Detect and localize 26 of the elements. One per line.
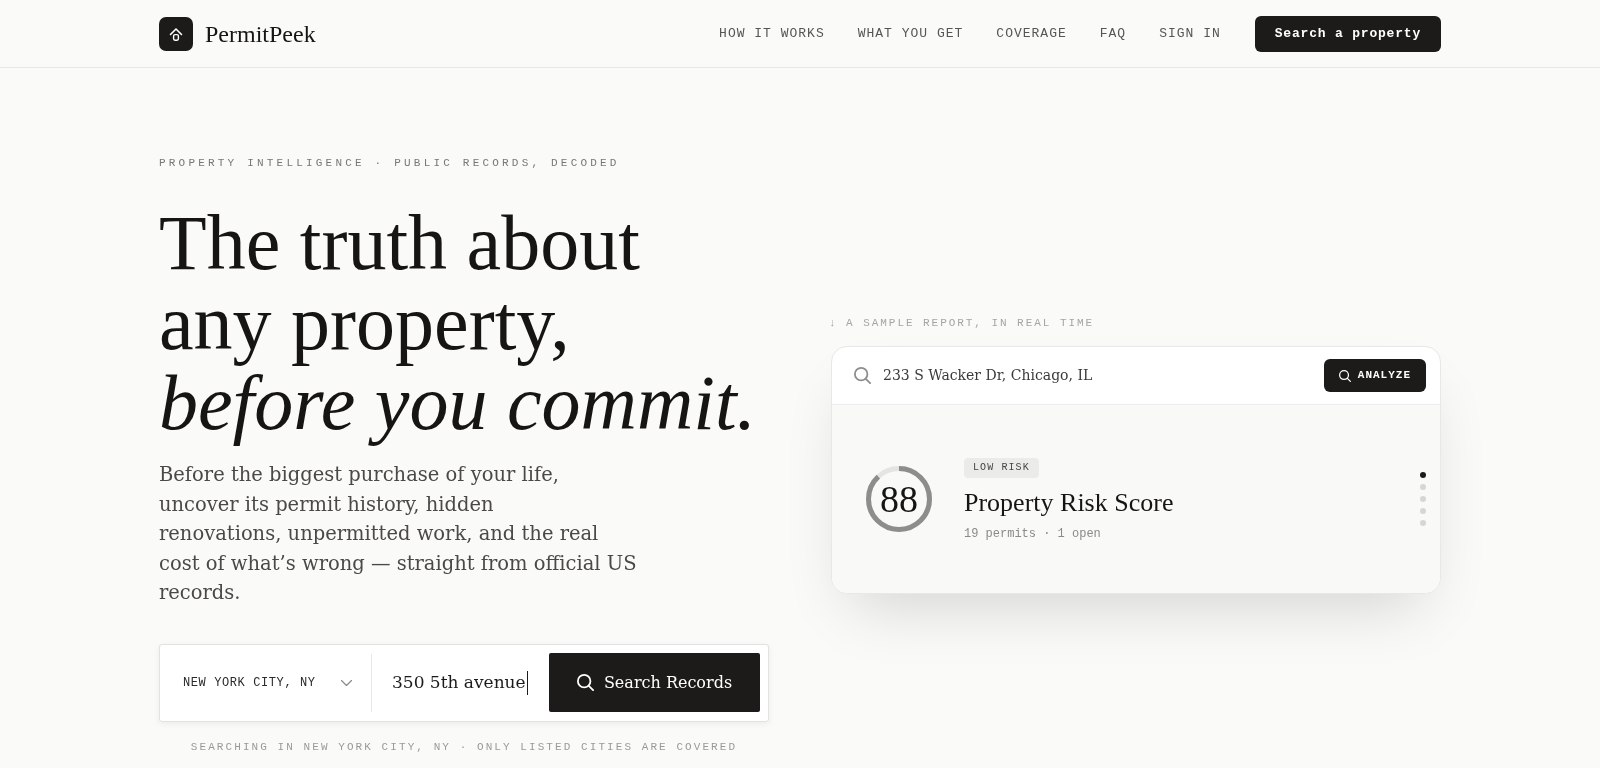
nav-link[interactable]: COVERAGE [996,25,1067,42]
chevron-down-icon [341,679,352,686]
house-icon [159,16,193,51]
search-note: SEARCHING IN NEW YORK CITY, NY · ONLY LISTED CITIES ARE COVERED [190,739,738,754]
nav-link[interactable]: SIGN IN [1159,25,1221,42]
analyze-button[interactable]: ANALYZE [1323,359,1426,392]
hero-description: Before the biggest purchase of your life, uncover its permit history, hidden renovations, unpermitted work, and the real cost of what’s wrong — straight from official US records. [159,462,637,607]
city-dropdown[interactable]: NEW YORK CITY, NY [160,644,371,721]
address-field[interactable]: 233 S Wacker Dr, Chicago, IL [854,347,1324,404]
risk-badge: LOW RISK [964,457,1039,478]
address-input[interactable]: 350 5th avenue [372,644,549,721]
search-icon [1338,369,1351,382]
report-details: 19 permits · 1 open [964,526,1101,541]
sample-caption: ↓ A SAMPLE REPORT, IN REAL TIME [829,316,1095,330]
eyebrow-text: PROPERTY INTELLIGENCE · PUBLIC RECORDS, DECODED [159,156,620,170]
score-ring [866,466,932,532]
search-records-button[interactable]: Search Records [549,653,760,713]
brand-name[interactable]: PermitPeek [205,18,316,49]
search-property-button[interactable]: Search a property [1254,15,1441,52]
report-title: Property Risk Score [964,487,1174,518]
nav-link[interactable]: FAQ [1099,25,1127,42]
score-value: 88 [880,480,918,518]
search-icon [576,674,594,692]
nav-link[interactable]: HOW IT WORKS [719,25,825,42]
search-icon [854,367,871,384]
nav-link[interactable]: WHAT YOU GET [857,25,964,42]
